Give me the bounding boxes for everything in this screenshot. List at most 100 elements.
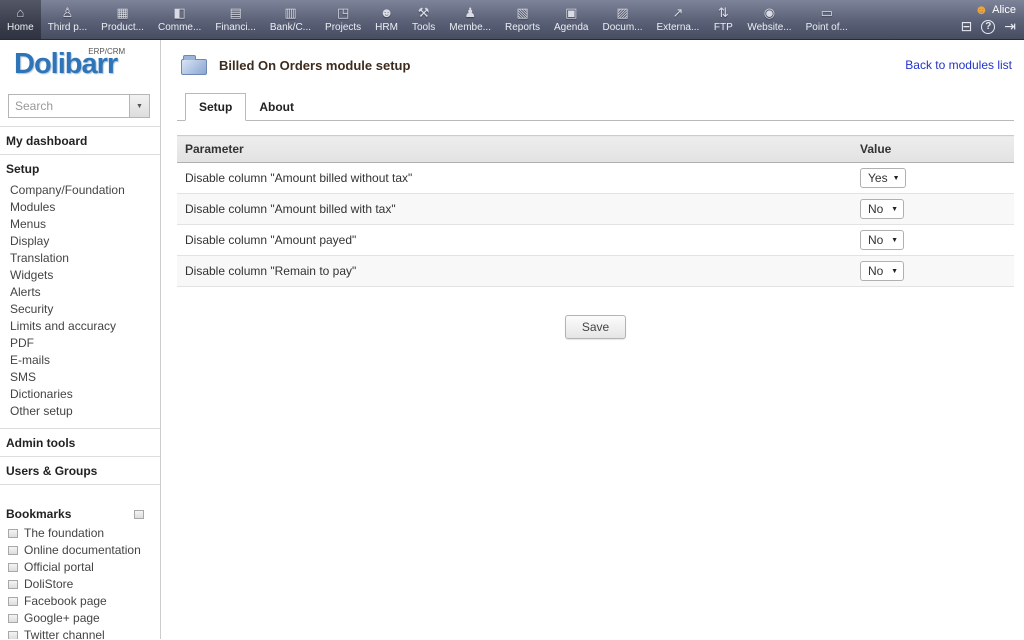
menu-item-home[interactable]: ⌂Home	[0, 0, 41, 39]
search-dropdown-button[interactable]: ▼	[129, 95, 149, 117]
sidebar-item-menus[interactable]: Menus	[0, 216, 160, 233]
select-value: No	[868, 233, 883, 247]
bookmark-label: Facebook page	[24, 595, 107, 608]
value-select-amount-billed-with-tax[interactable]: No ▼	[860, 199, 904, 219]
menu-item-website[interactable]: ◉Website...	[740, 0, 798, 39]
menu-label: Projects	[325, 22, 361, 33]
tab-setup[interactable]: Setup	[185, 93, 246, 121]
topbar-right: ☻ Alice ⊟ ? ⇥	[961, 2, 1016, 34]
main-menu: ⌂Home ♙Third p... ▦Product... ◧Comme... …	[0, 0, 855, 39]
select-value: No	[868, 264, 883, 278]
menu-item-financial[interactable]: ▤Financi...	[208, 0, 263, 39]
menu-label: Agenda	[554, 22, 588, 33]
menu-item-ftp[interactable]: ⇅FTP	[706, 0, 740, 39]
bookmark-official-portal[interactable]: Official portal	[0, 559, 160, 576]
sidebar-item-security[interactable]: Security	[0, 301, 160, 318]
sidebar-item-alerts[interactable]: Alerts	[0, 284, 160, 301]
bookmark-label: The foundation	[24, 527, 104, 540]
user-menu[interactable]: ☻ Alice	[961, 2, 1016, 17]
bookmark-the-foundation[interactable]: The foundation	[0, 525, 160, 542]
main-content: Billed On Orders module setup Back to mo…	[161, 40, 1024, 639]
bookmark-label: Official portal	[24, 561, 94, 574]
bookmark-twitter-channel[interactable]: Twitter channel	[0, 627, 160, 639]
logo-suffix: ERP/CRM	[88, 47, 125, 56]
sidebar-item-widgets[interactable]: Widgets	[0, 267, 160, 284]
menu-item-members[interactable]: ♟Membe...	[442, 0, 498, 39]
bookmark-facebook-page[interactable]: Facebook page	[0, 593, 160, 610]
back-to-modules-link[interactable]: Back to modules list	[905, 58, 1012, 72]
column-header-parameter: Parameter	[177, 136, 852, 163]
logout-icon[interactable]: ⇥	[1004, 19, 1016, 34]
menu-item-bank[interactable]: ▥Bank/C...	[263, 0, 318, 39]
chevron-down-icon: ▼	[891, 268, 898, 275]
menu-item-commerce[interactable]: ◧Comme...	[151, 0, 208, 39]
bookmark-icon	[8, 580, 18, 589]
tab-about[interactable]: About	[246, 94, 307, 120]
save-button[interactable]: Save	[565, 315, 626, 339]
sidebar-item-pdf[interactable]: PDF	[0, 335, 160, 352]
sidebar-item-dictionaries[interactable]: Dictionaries	[0, 386, 160, 403]
home-icon: ⌂	[16, 6, 24, 20]
bookmark-google-plus-page[interactable]: Google+ page	[0, 610, 160, 627]
sidebar-item-company-foundation[interactable]: Company/Foundation	[0, 182, 160, 199]
page-title: Billed On Orders module setup	[219, 58, 410, 73]
bookmark-dolistore[interactable]: DoliStore	[0, 576, 160, 593]
sidebar-item-sms[interactable]: SMS	[0, 369, 160, 386]
third-parties-icon: ♙	[62, 6, 74, 20]
menu-item-third-parties[interactable]: ♙ Third p...	[41, 0, 94, 39]
divider	[0, 484, 160, 485]
table-row: Disable column "Amount billed without ta…	[177, 163, 1014, 194]
menu-item-tools[interactable]: ⚒Tools	[405, 0, 442, 39]
menu-label: Website...	[747, 22, 791, 33]
menu-item-documents[interactable]: ▨Docum...	[595, 0, 649, 39]
bookmark-label: Online documentation	[24, 544, 141, 557]
sidebar-item-limits-accuracy[interactable]: Limits and accuracy	[0, 318, 160, 335]
menu-label: Financi...	[215, 22, 256, 33]
menu-item-agenda[interactable]: ▣ Agenda	[547, 0, 595, 39]
chevron-down-icon: ▼	[891, 206, 898, 213]
sidebar-item-emails[interactable]: E-mails	[0, 352, 160, 369]
bookmark-icon	[8, 563, 18, 572]
ftp-icon: ⇅	[718, 6, 729, 20]
bookmarks-menu-icon[interactable]	[134, 510, 144, 519]
table-row: Disable column "Amount payed" No ▼	[177, 225, 1014, 256]
save-row: Save	[177, 315, 1014, 339]
sidebar-item-admin-tools[interactable]: Admin tools	[0, 429, 160, 456]
bookmark-icon	[8, 529, 18, 538]
bookmarks-header: Bookmarks	[0, 501, 160, 525]
sidebar-item-users-groups[interactable]: Users & Groups	[0, 457, 160, 484]
menu-item-reports[interactable]: ▧Reports	[498, 0, 547, 39]
sidebar-section-setup[interactable]: Setup	[0, 155, 160, 182]
sidebar-item-modules[interactable]: Modules	[0, 199, 160, 216]
bookmark-online-documentation[interactable]: Online documentation	[0, 542, 160, 559]
sidebar-item-other-setup[interactable]: Other setup	[0, 403, 160, 420]
select-value: No	[868, 202, 883, 216]
menu-item-hrm[interactable]: ☻HRM	[368, 0, 405, 39]
search-input[interactable]	[9, 95, 129, 117]
sidebar-item-translation[interactable]: Translation	[0, 250, 160, 267]
value-select-amount-billed-without-tax[interactable]: Yes ▼	[860, 168, 906, 188]
menu-label: Externa...	[657, 22, 700, 33]
search-box: ▼	[8, 94, 150, 118]
top-menubar: ⌂Home ♙Third p... ▦Product... ◧Comme... …	[0, 0, 1024, 40]
bookmark-icon	[8, 614, 18, 623]
bank-icon: ▥	[284, 6, 296, 20]
print-icon[interactable]: ⊟	[961, 19, 973, 34]
menu-item-pos[interactable]: ▭ Point of...	[799, 0, 855, 39]
value-select-remain-to-pay[interactable]: No ▼	[860, 261, 904, 281]
menu-item-products[interactable]: ▦Product...	[94, 0, 151, 39]
menu-label: Point of...	[806, 22, 848, 33]
menu-label: Reports	[505, 22, 540, 33]
menu-label: Third p...	[48, 22, 87, 33]
agenda-icon: ▣	[565, 6, 577, 20]
menu-item-projects[interactable]: ◳Projects	[318, 0, 368, 39]
value-select-amount-payed[interactable]: No ▼	[860, 230, 904, 250]
sidebar-item-display[interactable]: Display	[0, 233, 160, 250]
commerce-icon: ◧	[173, 6, 185, 20]
dolibarr-logo[interactable]: Dolibarr ERP/CRM	[14, 48, 117, 81]
menu-item-external[interactable]: ↗Externa...	[650, 0, 707, 39]
sidebar-item-my-dashboard[interactable]: My dashboard	[0, 127, 160, 154]
pos-icon: ▭	[821, 6, 833, 20]
help-icon[interactable]: ?	[981, 20, 995, 34]
documents-icon: ▨	[616, 6, 628, 20]
